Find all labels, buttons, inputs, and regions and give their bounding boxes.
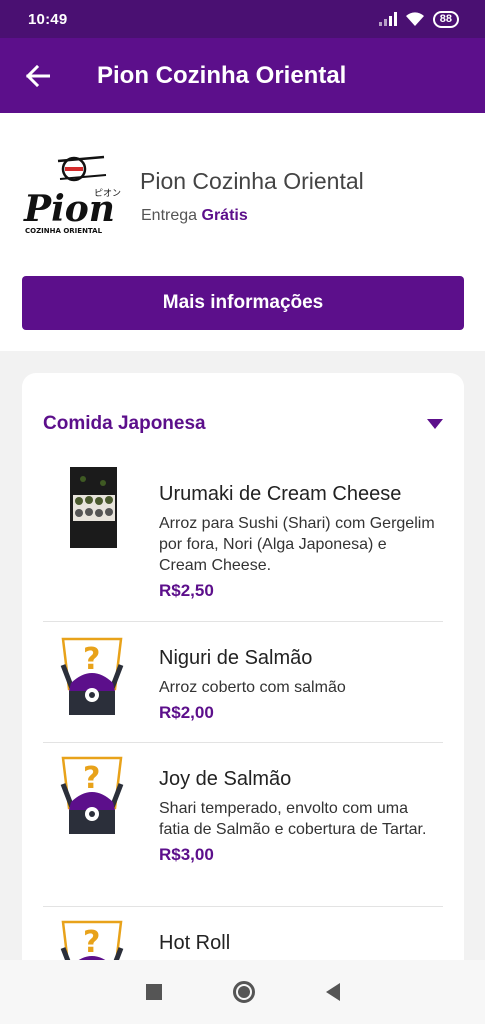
svg-text:?: ? [83,761,100,796]
system-nav-bar [0,960,485,1024]
svg-text:?: ? [83,925,100,960]
menu-item[interactable]: Urumaki de Cream Cheese Arroz para Sushi… [43,467,443,607]
item-price: R$3,00 [159,845,214,864]
item-price: R$2,00 [159,703,214,722]
logo-subtitle: COZINHA ORIENTAL [25,227,103,235]
item-description: Arroz para Sushi (Shari) com Gergelim po… [159,515,435,574]
sushi-photo [70,467,117,548]
home-icon[interactable] [232,981,255,1003]
menu-item[interactable]: ? Niguri de Salmão Arroz coberto com sal… [43,631,443,741]
more-info-button[interactable]: Mais informações [22,276,464,330]
divider [43,621,443,622]
item-name: Niguri de Salmão [159,647,313,669]
restaurant-logo: ピオン Pion COZINHA ORIENTAL [23,155,121,235]
divider [43,742,443,743]
svg-text:?: ? [83,642,100,677]
item-description: Arroz coberto com salmão [159,679,346,696]
recents-icon[interactable] [145,984,162,1000]
nav-back-icon[interactable] [325,983,340,1001]
caret-down-icon [427,419,443,429]
back-button[interactable] [0,38,75,113]
category-title: Comida Japonesa [43,413,206,434]
menu-item[interactable]: ? Joy de Salmão Shari temperado, envolto… [43,750,443,900]
item-name: Urumaki de Cream Cheese [159,483,402,505]
battery-icon: 88 [432,10,459,28]
arrow-back-icon [25,64,50,87]
app-bar: Pion Cozinha Oriental [0,38,485,113]
status-icons: 88 [378,10,459,28]
item-text: Urumaki de Cream Cheese Arroz para Sushi… [159,481,439,601]
item-text: Hot Roll [159,930,439,956]
delivery-info: Entrega Grátis [141,207,248,225]
divider [43,906,443,907]
logo-wordmark: Pion [23,188,115,230]
delivery-label: Entrega [141,207,198,224]
status-bar: 10:49 88 [0,0,485,38]
restaurant-header: ピオン Pion COZINHA ORIENTAL Pion Cozinha O… [0,113,485,351]
delivery-value: Grátis [201,207,248,224]
item-text: Joy de Salmão Shari temperado, envolto c… [159,766,439,865]
restaurant-name: Pion Cozinha Oriental [140,168,364,194]
category-header[interactable]: Comida Japonesa [43,413,443,435]
item-price: R$2,50 [159,581,214,600]
status-time: 10:49 [28,10,68,28]
wifi-icon [405,12,424,26]
page-title: Pion Cozinha Oriental [97,61,347,89]
placeholder-mascot-icon: ? [60,756,124,834]
item-name: Hot Roll [159,932,231,954]
item-description: Shari temperado, envolto com uma fatia d… [159,800,427,838]
item-name: Joy de Salmão [159,768,292,790]
placeholder-mascot-icon: ? [60,637,124,715]
item-text: Niguri de Salmão Arroz coberto com salmã… [159,645,439,723]
menu-card: Comida Japonesa Urumaki de Cream Cheese … [22,373,464,993]
signal-icon [378,12,397,26]
